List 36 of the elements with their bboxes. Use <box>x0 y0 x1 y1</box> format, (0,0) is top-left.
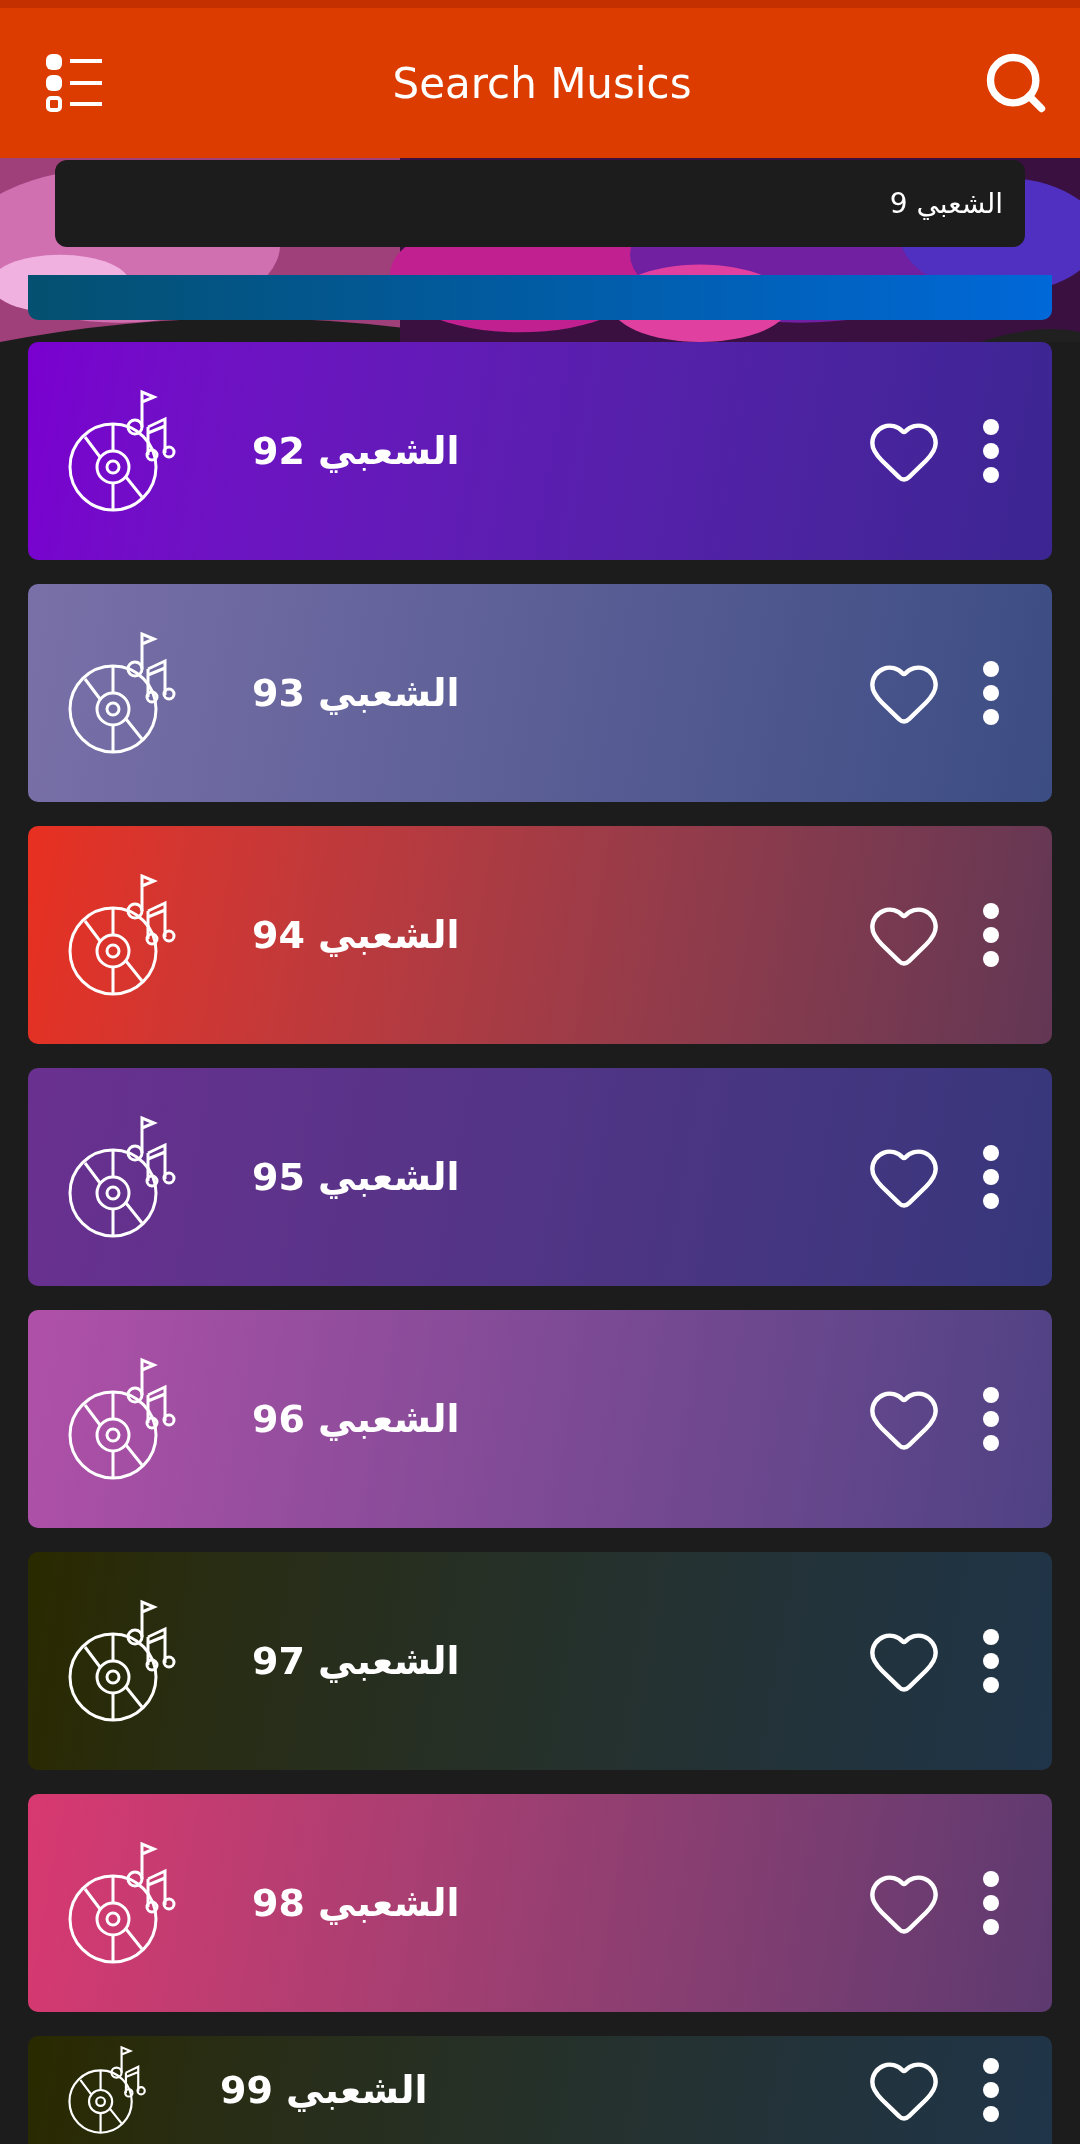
more-icon <box>982 1628 1000 1694</box>
song-title: الشعبي 92 <box>252 429 460 473</box>
song-title: الشعبي 99 <box>220 2068 428 2112</box>
more-button[interactable] <box>982 1386 1000 1452</box>
more-icon <box>982 902 1000 968</box>
song-card[interactable]: الشعبي 94 <box>28 826 1052 1044</box>
more-button[interactable] <box>982 660 1000 726</box>
more-button[interactable] <box>982 1628 1000 1694</box>
song-title: الشعبي 94 <box>252 913 460 957</box>
song-title: الشعبي 98 <box>252 1881 460 1925</box>
page-title: Search Musics <box>392 58 692 108</box>
song-card[interactable]: الشعبي 95 <box>28 1068 1052 1286</box>
search-field[interactable]: الشعبي 9 <box>55 160 1025 247</box>
more-button[interactable] <box>982 1144 1000 1210</box>
more-icon <box>982 2057 1000 2123</box>
more-button[interactable] <box>982 418 1000 484</box>
more-button[interactable] <box>982 1870 1000 1936</box>
song-card[interactable]: الشعبي 92 <box>28 342 1052 560</box>
more-button[interactable] <box>982 2057 1000 2123</box>
song-title: الشعبي 97 <box>252 1639 460 1683</box>
more-icon <box>982 1386 1000 1452</box>
song-title: الشعبي 95 <box>252 1155 460 1199</box>
song-title: الشعبي 93 <box>252 671 460 715</box>
more-button[interactable] <box>982 902 1000 968</box>
more-icon <box>982 660 1000 726</box>
menu-icon <box>46 54 102 112</box>
song-card[interactable]: الشعبي 97 <box>28 1552 1052 1770</box>
song-card[interactable]: الشعبي 98 <box>28 1794 1052 2012</box>
song-title: الشعبي 96 <box>252 1397 460 1441</box>
song-card[interactable]: الشعبي 96 <box>28 1310 1052 1528</box>
menu-button[interactable] <box>46 54 102 112</box>
more-icon <box>982 418 1000 484</box>
more-icon <box>982 1870 1000 1936</box>
more-icon <box>982 1144 1000 1210</box>
song-card[interactable]: الشعبي 93 <box>28 584 1052 802</box>
song-card[interactable]: الشعبي 99 <box>28 2036 1052 2144</box>
